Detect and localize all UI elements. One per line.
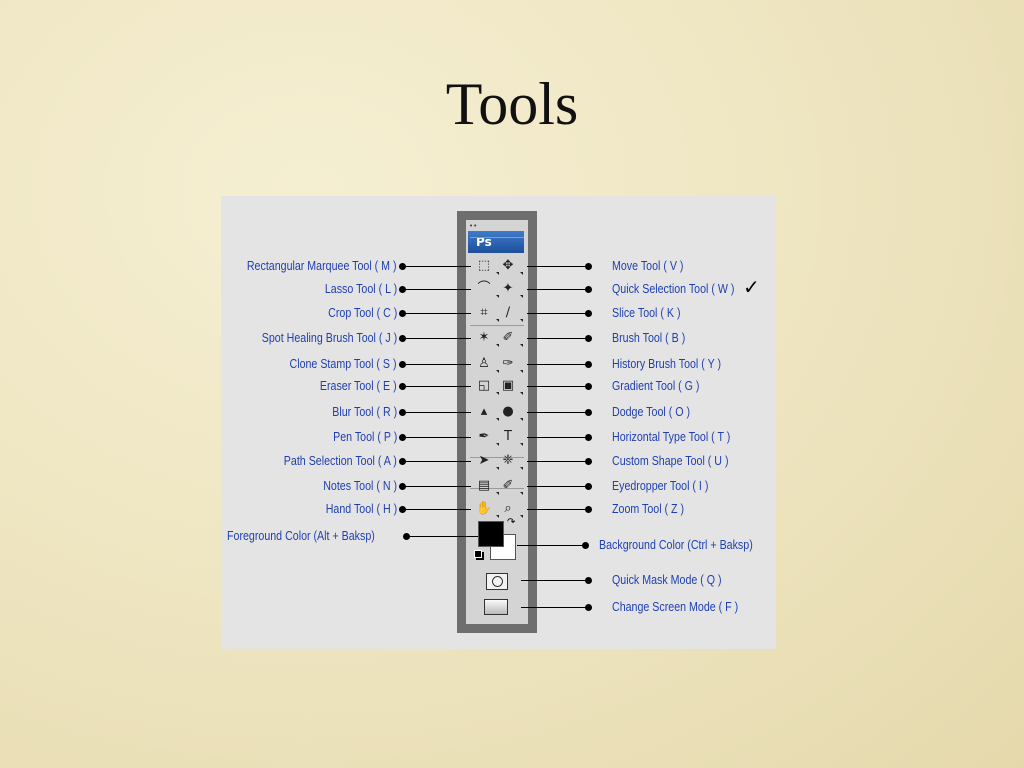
- pen-icon[interactable]: ✒: [474, 428, 499, 446]
- path-selection-icon[interactable]: ➤: [474, 452, 499, 470]
- connector-line: [527, 364, 588, 365]
- right-label-quick-mask-mode-q: Quick Mask Mode ( Q ): [612, 572, 722, 587]
- flyout-triangle-icon: [520, 515, 523, 518]
- flyout-triangle-icon: [520, 272, 523, 275]
- slice-icon[interactable]: ∕: [498, 304, 523, 322]
- left-label-blur-tool-r: Blur Tool ( R ): [332, 404, 397, 419]
- left-label-hand-tool-h: Hand Tool ( H ): [325, 501, 397, 516]
- connector-line: [527, 313, 588, 314]
- foreground-color-swatch[interactable]: [478, 521, 504, 547]
- right-label-eyedropper-tool-i: Eyedropper Tool ( I ): [612, 478, 709, 493]
- connector-line: [521, 580, 588, 581]
- brush-icon[interactable]: ✐: [498, 329, 523, 347]
- right-label-change-screen-mode-f: Change Screen Mode ( F ): [612, 599, 739, 614]
- connector-line: [517, 545, 585, 546]
- connector-line: [402, 313, 471, 314]
- right-label-horizontal-type-tool-t: Horizontal Type Tool ( T ): [612, 429, 731, 444]
- connector-line: [527, 412, 588, 413]
- flyout-triangle-icon: [520, 467, 523, 470]
- move-icon[interactable]: ✥: [498, 257, 523, 275]
- connector-line: [527, 338, 588, 339]
- connector-line: [527, 509, 588, 510]
- zoom-icon[interactable]: ⌕: [498, 500, 523, 518]
- flyout-triangle-icon: [520, 344, 523, 347]
- connector-line: [402, 338, 471, 339]
- connector-line: [402, 386, 471, 387]
- eraser-icon[interactable]: ◱: [474, 377, 499, 395]
- dodge-icon[interactable]: ●: [498, 403, 523, 421]
- right-label-background-color-ctrl-baksp: Background Color (Ctrl + Baksp): [599, 537, 753, 552]
- quick-selection-icon[interactable]: ✦: [498, 280, 523, 298]
- right-label-custom-shape-tool-u: Custom Shape Tool ( U ): [612, 453, 729, 468]
- connector-line: [402, 412, 471, 413]
- notes-icon[interactable]: ▤: [474, 477, 499, 495]
- connector-line: [527, 289, 588, 290]
- grip-handle[interactable]: ••: [469, 222, 477, 230]
- flyout-triangle-icon: [520, 443, 523, 446]
- quick-mask-icon[interactable]: [486, 573, 508, 590]
- flyout-triangle-icon: [520, 418, 523, 421]
- left-label-spot-healing-brush-tool-j: Spot Healing Brush Tool ( J ): [261, 330, 397, 345]
- flyout-triangle-icon: [520, 319, 523, 322]
- crop-icon[interactable]: ⌗: [474, 304, 499, 322]
- right-label-brush-tool-b: Brush Tool ( B ): [612, 330, 686, 345]
- toolbox-separator: [470, 237, 524, 238]
- type-icon[interactable]: T: [498, 428, 523, 446]
- connector-line: [402, 289, 471, 290]
- left-label-foreground-color-alt-baksp: Foreground Color (Alt + Baksp): [227, 528, 375, 543]
- right-label-gradient-tool-g: Gradient Tool ( G ): [612, 378, 700, 393]
- right-label-zoom-tool-z: Zoom Tool ( Z ): [612, 501, 685, 516]
- flyout-triangle-icon: [520, 370, 523, 373]
- hand-icon[interactable]: ✋: [474, 500, 499, 518]
- connector-line: [527, 386, 588, 387]
- lasso-icon[interactable]: ⌒: [474, 280, 499, 298]
- swap-colors-icon[interactable]: ↷: [507, 517, 515, 528]
- toolbox-inner: •• Ps ↷ ⬚ ✥ ⌒ ✦ ⌗ ∕ ✶ ✐ ♙ ✑ ◱ ▣ ▴ ● ✒ T ➤ ❈ ▤ ✐ ✋ ⌕: [466, 220, 528, 624]
- toolbox-diagram: •• Ps ↷ ⬚ ✥ ⌒ ✦ ⌗ ∕ ✶ ✐ ♙ ✑ ◱ ▣ ▴ ● ✒ T ➤ ❈ ▤ ✐ ✋ ⌕ ✓ Rectang…: [221, 196, 776, 649]
- marquee-icon[interactable]: ⬚: [474, 257, 499, 275]
- blur-icon[interactable]: ▴: [474, 403, 499, 421]
- connector-line: [527, 266, 588, 267]
- healing-brush-icon[interactable]: ✶: [474, 329, 499, 347]
- connector-line: [406, 536, 483, 537]
- left-label-crop-tool-c: Crop Tool ( C ): [327, 305, 397, 320]
- connector-line: [402, 509, 471, 510]
- toolbox-panel: •• Ps ↷ ⬚ ✥ ⌒ ✦ ⌗ ∕ ✶ ✐ ♙ ✑ ◱ ▣ ▴ ● ✒ T ➤ ❈ ▤ ✐ ✋ ⌕: [457, 211, 537, 633]
- flyout-triangle-icon: [520, 295, 523, 298]
- left-label-clone-stamp-tool-s: Clone Stamp Tool ( S ): [289, 356, 397, 371]
- connector-line: [527, 461, 588, 462]
- history-brush-icon[interactable]: ✑: [498, 355, 523, 373]
- right-label-slice-tool-k: Slice Tool ( K ): [612, 305, 681, 320]
- clone-stamp-icon[interactable]: ♙: [474, 355, 499, 373]
- connector-line: [402, 266, 471, 267]
- custom-shape-icon[interactable]: ❈: [498, 452, 523, 470]
- screen-mode-icon[interactable]: [484, 599, 508, 615]
- left-label-pen-tool-p: Pen Tool ( P ): [332, 429, 397, 444]
- gradient-icon[interactable]: ▣: [498, 377, 523, 395]
- connector-line: [402, 461, 471, 462]
- left-label-eraser-tool-e: Eraser Tool ( E ): [320, 378, 397, 393]
- eyedropper-icon[interactable]: ✐: [498, 477, 523, 495]
- left-label-path-selection-tool-a: Path Selection Tool ( A ): [284, 453, 397, 468]
- photoshop-logo: Ps: [468, 231, 524, 253]
- left-label-notes-tool-n: Notes Tool ( N ): [323, 478, 397, 493]
- check-mark: ✓: [743, 275, 760, 299]
- connector-line: [521, 607, 588, 608]
- connector-line: [527, 437, 588, 438]
- toolbox-separator: [470, 325, 524, 326]
- right-label-history-brush-tool-y: History Brush Tool ( Y ): [612, 356, 722, 371]
- slide-title: Tools: [445, 71, 579, 137]
- default-colors-icon[interactable]: [474, 550, 482, 558]
- right-label-move-tool-v: Move Tool ( V ): [612, 258, 684, 273]
- right-label-dodge-tool-o: Dodge Tool ( O ): [612, 404, 691, 419]
- connector-line: [402, 364, 471, 365]
- connector-line: [402, 437, 471, 438]
- flyout-triangle-icon: [520, 492, 523, 495]
- left-label-rectangular-marquee-tool-m: Rectangular Marquee Tool ( M ): [247, 258, 397, 273]
- flyout-triangle-icon: [520, 392, 523, 395]
- right-label-quick-selection-tool-w: Quick Selection Tool ( W ): [612, 281, 735, 296]
- connector-line: [402, 486, 471, 487]
- connector-line: [527, 486, 588, 487]
- left-label-lasso-tool-l: Lasso Tool ( L ): [324, 281, 397, 296]
